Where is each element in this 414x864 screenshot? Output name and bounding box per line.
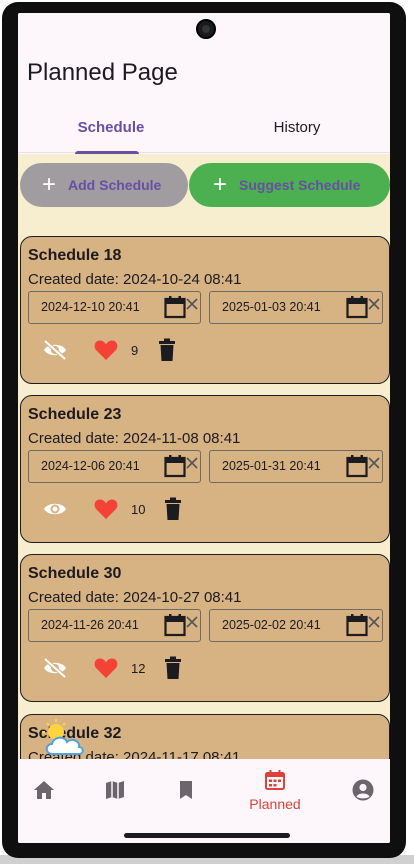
schedule-card[interactable]: Schedule 30 Created date: 2024-10-27 08:…: [20, 554, 390, 702]
nav-planned[interactable]: Planned: [238, 759, 312, 821]
start-date-value: 2024-12-10 20:41: [41, 300, 140, 314]
calendar-icon[interactable]: [346, 295, 368, 319]
plus-icon: +: [212, 171, 227, 198]
heart-icon[interactable]: [93, 656, 119, 680]
trash-icon[interactable]: [157, 338, 177, 362]
app-screen: Planned Page Schedule History + Add Sche…: [18, 13, 390, 843]
clear-icon[interactable]: [185, 297, 199, 311]
clear-icon[interactable]: [367, 456, 381, 470]
eye-off-icon[interactable]: [42, 657, 68, 679]
tab-schedule[interactable]: Schedule: [18, 103, 204, 154]
plus-icon: +: [41, 171, 56, 198]
front-camera: [196, 19, 216, 39]
schedule-card[interactable]: Schedule 18 Created date: 2024-10-24 08:…: [20, 236, 390, 384]
clear-icon[interactable]: [367, 297, 381, 311]
end-date-value: 2025-01-03 20:41: [222, 300, 321, 314]
suggest-schedule-label: Suggest Schedule: [239, 177, 361, 193]
calendar-icon[interactable]: [164, 454, 186, 478]
tab-history[interactable]: History: [204, 103, 390, 153]
eye-off-icon[interactable]: [42, 339, 68, 361]
start-date-field[interactable]: 2024-12-10 20:41: [28, 291, 201, 324]
add-schedule-button[interactable]: + Add Schedule: [20, 163, 188, 207]
nav-planned-label: Planned: [249, 796, 301, 812]
schedule-title: Schedule 30: [28, 565, 122, 582]
calendar-icon[interactable]: [164, 613, 186, 637]
calendar-icon[interactable]: [164, 295, 186, 319]
schedule-title: Schedule 18: [28, 247, 122, 264]
start-date-field[interactable]: 2024-12-06 20:41: [28, 450, 201, 483]
trash-icon[interactable]: [163, 656, 183, 680]
clear-icon[interactable]: [367, 615, 381, 629]
weather-cloud-sun-icon[interactable]: [42, 718, 86, 760]
like-count: 9: [131, 343, 139, 358]
app-header: Planned Page: [18, 43, 390, 103]
home-icon: [34, 781, 54, 799]
map-icon: [106, 781, 124, 799]
end-date-value: 2025-02-02 20:41: [222, 618, 321, 632]
clear-icon[interactable]: [185, 456, 199, 470]
trash-icon[interactable]: [163, 497, 183, 521]
end-date-value: 2025-01-31 20:41: [222, 459, 321, 473]
nav-map[interactable]: [78, 759, 152, 821]
tab-schedule-label: Schedule: [77, 119, 145, 136]
suggest-schedule-button[interactable]: + Suggest Schedule: [189, 163, 390, 207]
start-date-value: 2024-11-26 20:41: [41, 618, 139, 632]
calendar-icon[interactable]: [346, 613, 368, 637]
page-title: Planned Page: [27, 59, 178, 86]
tab-bar: Schedule History: [18, 103, 390, 154]
calendar-icon: [265, 770, 285, 790]
heart-icon[interactable]: [93, 338, 119, 362]
created-date: Created date: 2024-11-08 08:41: [28, 430, 241, 447]
like-count: 12: [131, 661, 146, 676]
end-date-field[interactable]: 2025-02-02 20:41: [209, 609, 383, 642]
home-indicator[interactable]: [124, 833, 290, 838]
created-date: Created date: 2024-10-27 08:41: [28, 589, 242, 606]
schedule-list[interactable]: + Add Schedule + Suggest Schedule Schedu…: [18, 154, 390, 759]
like-count: 10: [131, 502, 146, 517]
schedule-title: Schedule 23: [28, 406, 122, 423]
start-date-field[interactable]: 2024-11-26 20:41: [28, 609, 201, 642]
clear-icon[interactable]: [185, 615, 199, 629]
created-date: Created date: 2024-10-24 08:41: [28, 271, 242, 288]
heart-icon[interactable]: [93, 497, 119, 521]
bookmark-icon: [180, 781, 192, 799]
nav-bookmark[interactable]: [149, 759, 223, 821]
end-date-field[interactable]: 2025-01-31 20:41: [209, 450, 383, 483]
schedule-card[interactable]: Schedule 23 Created date: 2024-11-08 08:…: [20, 395, 390, 543]
calendar-icon[interactable]: [346, 454, 368, 478]
end-date-field[interactable]: 2025-01-03 20:41: [209, 291, 383, 324]
account-icon: [352, 779, 374, 801]
bottom-nav: Planned: [18, 759, 390, 821]
nav-home[interactable]: [18, 759, 81, 821]
eye-icon[interactable]: [42, 498, 68, 520]
start-date-value: 2024-12-06 20:41: [41, 459, 140, 473]
tab-history-label: History: [273, 119, 321, 136]
add-schedule-label: Add Schedule: [68, 177, 162, 193]
nav-account[interactable]: [326, 759, 390, 821]
gesture-bar: [18, 821, 390, 843]
